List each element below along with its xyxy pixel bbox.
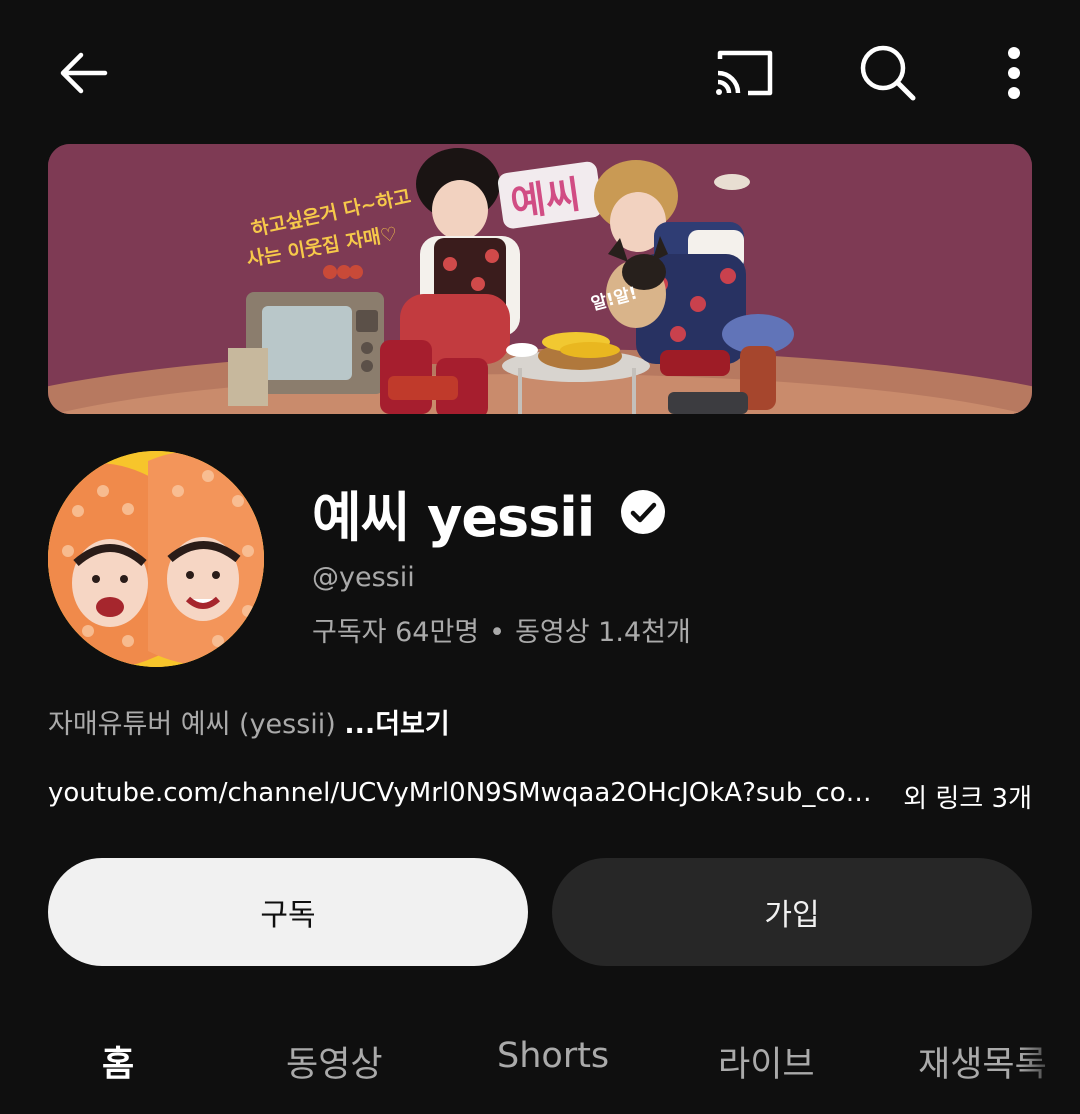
subscriber-count: 구독자 64만명 [312, 617, 480, 648]
more-vert-icon [1008, 47, 1020, 99]
channel-stats: 구독자 64만명 • 동영상 1.4천개 [312, 610, 691, 649]
tab-live[interactable]: 라이브 [718, 1036, 815, 1087]
top-app-bar [0, 0, 1080, 144]
arrow-back-icon [60, 52, 108, 94]
stats-separator: • [489, 617, 506, 648]
more-options-button[interactable] [984, 38, 1044, 108]
tab-home[interactable]: 홈 [102, 1036, 134, 1087]
channel-links: youtube.com/channel/UCVyMrl0N9SMwqaa2OHc… [48, 778, 1032, 815]
channel-name: 예씨 yessii [312, 485, 595, 549]
tab-shorts[interactable]: Shorts [497, 1036, 609, 1076]
search-button[interactable] [852, 38, 924, 108]
channel-banner: 하고싶은거 다~하고 사는 이웃집 자매♡ 예씨 알!알! [48, 144, 1032, 414]
description-more-link[interactable]: ...더보기 [344, 709, 449, 740]
channel-avatar[interactable] [48, 451, 264, 667]
tabs-fade-overlay [1020, 1018, 1080, 1114]
subscribe-button-label: 구독 [260, 898, 316, 933]
channel-link[interactable]: youtube.com/channel/UCVyMrl0N9SMwqaa2OHc… [48, 778, 872, 815]
channel-name-row: 예씨 yessii [312, 472, 666, 552]
channel-handle: @yessii [312, 562, 415, 593]
banner-illustration: 하고싶은거 다~하고 사는 이웃집 자매♡ 예씨 알!알! [48, 144, 1032, 414]
tab-videos[interactable]: 동영상 [286, 1036, 383, 1087]
more-links-link[interactable]: 외 링크 3개 [903, 778, 1032, 815]
channel-description[interactable]: 자매유튜버 예씨 (yessii) ...더보기 [48, 702, 450, 741]
channel-tabs: 홈 동영상 Shorts 라이브 재생목록 [0, 1018, 1080, 1114]
avatar-image [48, 451, 264, 667]
verified-check-icon [621, 490, 666, 534]
subscribe-button[interactable]: 구독 [48, 858, 528, 966]
cast-button[interactable] [708, 38, 780, 108]
join-button[interactable]: 가입 [552, 858, 1032, 966]
video-count: 동영상 1.4천개 [515, 617, 691, 648]
back-button[interactable] [48, 38, 118, 108]
join-button-label: 가입 [764, 898, 820, 933]
search-icon [860, 45, 916, 101]
cast-icon [716, 50, 773, 96]
description-text: 자매유튜버 예씨 (yessii) [48, 709, 345, 740]
